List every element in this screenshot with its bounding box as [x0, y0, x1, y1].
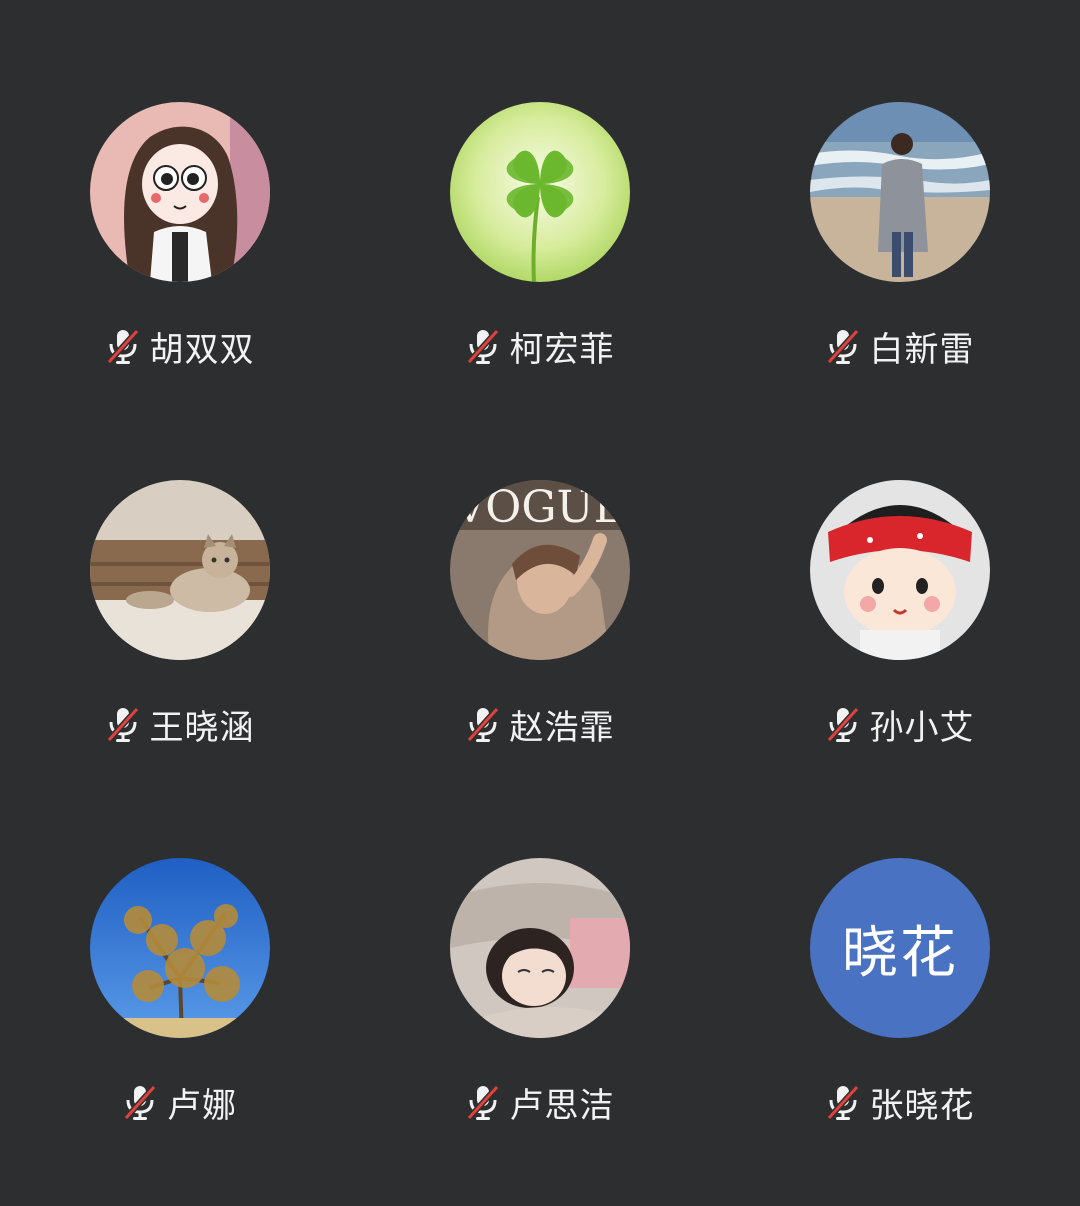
participant-name: 白新雷	[869, 329, 975, 370]
svg-text:VOGUE: VOGUE	[453, 482, 625, 533]
participant-label: 白新雷	[720, 322, 1080, 370]
participant-tile[interactable]: 王晓涵	[0, 378, 360, 748]
participant-tile[interactable]: 卢思洁	[360, 756, 720, 1126]
avatar-initials: 晓花	[810, 858, 990, 1038]
participant-grid: 胡双双 柯宏菲 白新雷 王晓涵 VOGUE 赵浩霏 孙小艾 卢娜 卢思洁 晓花 …	[0, 0, 1080, 1206]
avatar[interactable]: VOGUE	[450, 480, 630, 660]
mic-off-icon	[466, 706, 499, 743]
participant-tile[interactable]: 晓花 张晓花	[720, 756, 1080, 1126]
mic-off-icon	[106, 706, 139, 743]
participant-tile[interactable]: 白新雷	[720, 0, 1080, 370]
avatar[interactable]	[90, 480, 270, 660]
participant-tile[interactable]: VOGUE 赵浩霏	[360, 378, 720, 748]
participant-label: 胡双双	[0, 322, 360, 370]
avatar[interactable]	[450, 102, 630, 282]
beach-woman-avatar-image	[810, 102, 990, 282]
four-leaf-clover-avatar-image	[450, 102, 630, 282]
participant-tile[interactable]: 卢娜	[0, 756, 360, 1126]
mic-off-icon	[826, 1084, 859, 1121]
participant-name: 赵浩霏	[509, 707, 615, 748]
mic-off-icon	[826, 328, 859, 365]
girl-lying-avatar-image	[450, 858, 630, 1038]
participant-label: 张晓花	[720, 1078, 1080, 1126]
mic-off-icon	[826, 706, 859, 743]
participant-label: 柯宏菲	[360, 322, 720, 370]
avatar[interactable]	[90, 102, 270, 282]
avatar[interactable]	[90, 858, 270, 1038]
participant-name: 王晓涵	[149, 707, 255, 748]
mic-off-icon	[466, 328, 499, 365]
mic-off-icon	[466, 1084, 499, 1121]
participant-label: 赵浩霏	[360, 700, 720, 748]
magazine-cover-avatar-image: VOGUE	[450, 480, 630, 660]
cartoon-girl-avatar-image	[90, 102, 270, 282]
cat-avatar-image	[90, 480, 270, 660]
avatar[interactable]	[810, 480, 990, 660]
avatar[interactable]	[810, 102, 990, 282]
participant-label: 卢思洁	[360, 1078, 720, 1126]
participant-name: 张晓花	[869, 1085, 975, 1126]
participant-label: 卢娜	[0, 1078, 360, 1126]
participant-tile[interactable]: 胡双双	[0, 0, 360, 370]
avatar[interactable]: 晓花	[810, 858, 990, 1038]
participant-tile[interactable]: 柯宏菲	[360, 0, 720, 370]
participant-tile[interactable]: 孙小艾	[720, 378, 1080, 748]
mic-off-icon	[123, 1084, 157, 1121]
participant-name: 卢娜	[167, 1085, 237, 1126]
tree-sky-avatar-image	[90, 858, 270, 1038]
mic-off-icon	[106, 328, 139, 365]
participant-label: 孙小艾	[720, 700, 1080, 748]
avatar[interactable]	[450, 858, 630, 1038]
participant-name: 柯宏菲	[509, 329, 615, 370]
participant-name: 卢思洁	[509, 1085, 615, 1126]
participant-label: 王晓涵	[0, 700, 360, 748]
participant-name: 孙小艾	[869, 707, 975, 748]
participant-name: 胡双双	[149, 329, 255, 370]
cartoon-bandana-avatar-image	[810, 480, 990, 660]
